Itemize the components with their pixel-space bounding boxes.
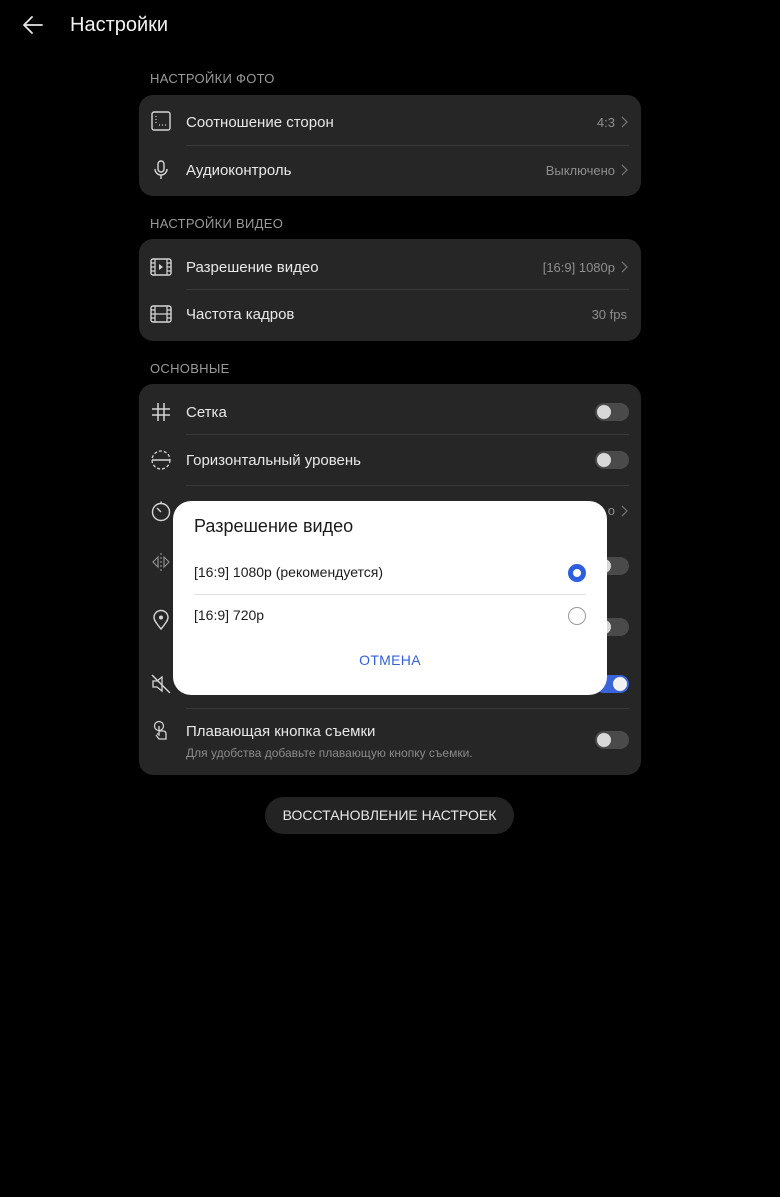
back-arrow-icon xyxy=(23,16,43,34)
row-label: Частота кадров xyxy=(186,306,295,323)
row-label: Горизонтальный уровень xyxy=(186,452,361,469)
option-label: [16:9] 1080p (рекомендуется) xyxy=(194,564,384,580)
row-audio-control[interactable]: Аудиоконтроль Выключено xyxy=(139,146,641,196)
chevron-right-icon xyxy=(621,261,628,273)
row-horizontal-level[interactable]: Горизонтальный уровень xyxy=(139,435,641,485)
row-floating-shutter[interactable]: Плавающая кнопка съемки Для удобства доб… xyxy=(139,709,641,775)
section-label-general: ОСНОВНЫЕ xyxy=(150,361,230,376)
dialog-title: Разрешение видео xyxy=(194,516,354,536)
page-title: Настройки xyxy=(70,14,169,36)
aspect-ratio-icon xyxy=(151,111,171,131)
row-value: Выключено xyxy=(545,163,615,178)
option-720p[interactable]: [16:9] 720p xyxy=(173,596,607,636)
row-label: Сетка xyxy=(186,404,227,421)
film-frame-icon xyxy=(150,305,172,323)
photo-settings-card: Соотношение сторон 4:3 Аудиоконтроль Вык… xyxy=(139,95,641,196)
back-button[interactable] xyxy=(20,12,46,38)
horizon-level-icon xyxy=(151,450,171,470)
row-value: [16:9] 1080p xyxy=(542,260,615,275)
row-value: 30 fps xyxy=(591,307,627,322)
top-bar: Настройки xyxy=(0,0,780,54)
toggle-knob xyxy=(613,677,627,691)
radio-selected[interactable] xyxy=(568,564,586,582)
row-value: 4:3 xyxy=(596,115,615,130)
chevron-right-icon xyxy=(621,164,628,176)
radio-unselected[interactable] xyxy=(568,607,586,625)
row-aspect-ratio[interactable]: Соотношение сторон 4:3 xyxy=(139,95,641,145)
row-label: Аудиоконтроль xyxy=(186,162,292,179)
dialog-divider xyxy=(194,594,586,595)
floating-shutter-icon xyxy=(153,720,167,740)
row-video-resolution[interactable]: Разрешение видео [16:9] 1080p xyxy=(139,239,641,289)
video-resolution-icon xyxy=(150,258,172,276)
chevron-right-icon xyxy=(621,505,628,517)
row-grid[interactable]: Сетка xyxy=(139,384,641,434)
cancel-button[interactable]: ОТМЕНА xyxy=(340,652,440,676)
microphone-icon xyxy=(154,160,168,179)
section-label-video: НАСТРОЙКИ ВИДЕО xyxy=(150,216,284,231)
chevron-right-icon xyxy=(621,116,628,128)
location-pin-icon xyxy=(153,609,169,631)
row-label: Плавающая кнопка съемки xyxy=(186,723,376,740)
horizontal-level-toggle[interactable] xyxy=(595,451,629,469)
timer-icon xyxy=(151,501,171,522)
option-1080p[interactable]: [16:9] 1080p (рекомендуется) xyxy=(173,553,607,593)
row-label: Соотношение сторон xyxy=(186,114,334,131)
row-subtitle: Для удобства добавьте плавающую кнопку с… xyxy=(186,746,473,760)
floating-shutter-toggle[interactable] xyxy=(595,731,629,749)
toggle-knob xyxy=(597,405,611,419)
row-frame-rate[interactable]: Частота кадров 30 fps xyxy=(139,290,641,341)
grid-toggle[interactable] xyxy=(595,403,629,421)
row-label: Разрешение видео xyxy=(186,259,319,276)
reset-settings-button[interactable]: ВОССТАНОВЛЕНИЕ НАСТРОЕК xyxy=(265,797,514,834)
video-resolution-dialog: Разрешение видео [16:9] 1080p (рекоменду… xyxy=(173,501,607,695)
option-label: [16:9] 720p xyxy=(194,607,265,623)
toggle-knob xyxy=(597,733,611,747)
toggle-knob xyxy=(597,453,611,467)
section-label-photo: НАСТРОЙКИ ФОТО xyxy=(150,71,275,86)
grid-icon xyxy=(152,403,170,421)
video-settings-card: Разрешение видео [16:9] 1080p Частота ка… xyxy=(139,239,641,341)
row-value: o xyxy=(607,503,615,518)
mirror-icon xyxy=(152,553,170,571)
mute-icon xyxy=(151,674,171,694)
